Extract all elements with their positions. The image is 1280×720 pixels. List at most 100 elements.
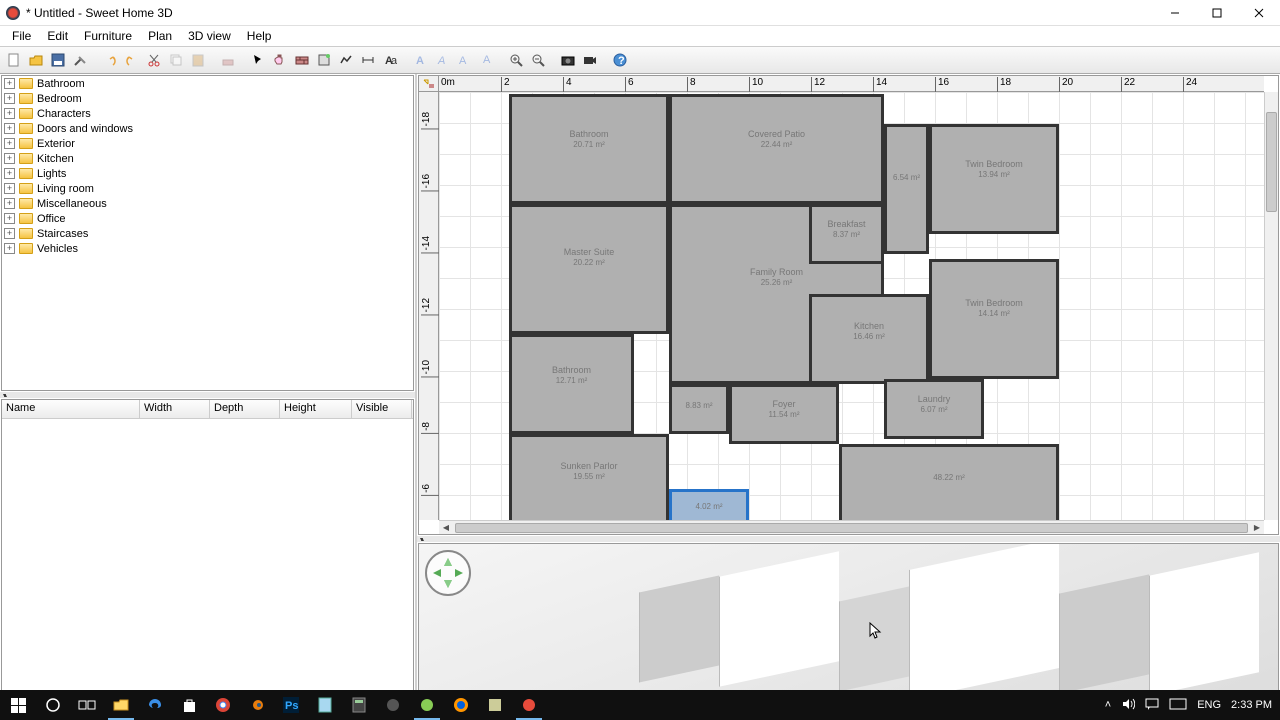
video-icon[interactable]	[580, 50, 600, 70]
keyboard-icon[interactable]	[1169, 698, 1187, 713]
catalog-item[interactable]: +Exterior	[2, 136, 413, 151]
catalog-item[interactable]: +Living room	[2, 181, 413, 196]
create-dimensions-icon[interactable]	[358, 50, 378, 70]
column-header[interactable]: Height	[280, 400, 352, 418]
close-button[interactable]	[1238, 0, 1280, 26]
open-icon[interactable]	[26, 50, 46, 70]
file-explorer-icon[interactable]	[104, 690, 138, 720]
room[interactable]: Twin Bedroom13.94 m²	[929, 124, 1059, 234]
room[interactable]: Foyer11.54 m²	[729, 384, 839, 444]
plan-view[interactable]: 0m24681012141618202224 -18-16-14-12-10-8…	[418, 75, 1279, 535]
expand-icon[interactable]: +	[4, 108, 15, 119]
action-center-icon[interactable]	[1145, 697, 1159, 714]
room[interactable]: Twin Bedroom14.14 m²	[929, 259, 1059, 379]
help-icon[interactable]: ?	[610, 50, 630, 70]
create-polylines-icon[interactable]	[336, 50, 356, 70]
expand-icon[interactable]: +	[4, 213, 15, 224]
task-view-icon[interactable]	[70, 690, 104, 720]
create-walls-icon[interactable]	[292, 50, 312, 70]
menu-help[interactable]: Help	[239, 27, 280, 45]
expand-icon[interactable]: +	[4, 183, 15, 194]
redo-icon[interactable]	[122, 50, 142, 70]
new-icon[interactable]	[4, 50, 24, 70]
expand-icon[interactable]: +	[4, 198, 15, 209]
preferences-icon[interactable]	[70, 50, 90, 70]
tray-chevron-icon[interactable]: ˄	[1105, 699, 1111, 711]
add-furniture-icon[interactable]	[218, 50, 238, 70]
expand-icon[interactable]: +	[4, 243, 15, 254]
column-header[interactable]: Name	[2, 400, 140, 418]
horizontal-splitter[interactable]	[0, 392, 415, 398]
chrome-icon[interactable]	[206, 690, 240, 720]
room[interactable]: Sunken Parlor19.55 m²	[509, 434, 669, 520]
room[interactable]: 48.22 m²	[839, 444, 1059, 520]
vertical-scrollbar[interactable]	[1264, 92, 1278, 520]
minimize-button[interactable]	[1154, 0, 1196, 26]
room[interactable]: Master Suite20.22 m²	[509, 204, 669, 334]
horizontal-scrollbar[interactable]: ◀▶	[439, 520, 1264, 534]
expand-icon[interactable]: +	[4, 93, 15, 104]
pan-icon[interactable]	[270, 50, 290, 70]
app-icon-1[interactable]	[376, 690, 410, 720]
taskbar[interactable]: Ps ˄ ENG 2:33 PM	[0, 690, 1280, 720]
column-header[interactable]: Visible	[352, 400, 412, 418]
catalog-item[interactable]: +Bedroom	[2, 91, 413, 106]
sweethome-taskbar-icon[interactable]	[512, 690, 546, 720]
volume-icon[interactable]	[1121, 697, 1135, 714]
text-italic-icon[interactable]: A	[432, 50, 452, 70]
edge-icon[interactable]	[138, 690, 172, 720]
room[interactable]: Breakfast8.37 m²	[809, 204, 884, 264]
room[interactable]: Bathroom12.71 m²	[509, 334, 634, 434]
paste-icon[interactable]	[188, 50, 208, 70]
create-text-icon[interactable]: Aa	[380, 50, 400, 70]
room[interactable]: Laundry6.07 m²	[884, 379, 984, 439]
start-button[interactable]	[0, 690, 36, 720]
expand-icon[interactable]: +	[4, 153, 15, 164]
room[interactable]: 6.54 m²	[884, 124, 929, 254]
catalog-item[interactable]: +Doors and windows	[2, 121, 413, 136]
catalog-item[interactable]: +Vehicles	[2, 241, 413, 256]
column-header[interactable]: Depth	[210, 400, 280, 418]
expand-icon[interactable]: +	[4, 168, 15, 179]
expand-icon[interactable]: +	[4, 78, 15, 89]
catalog-item[interactable]: +Lights	[2, 166, 413, 181]
3d-compass[interactable]	[425, 550, 471, 596]
photoshop-icon[interactable]: Ps	[274, 690, 308, 720]
column-header[interactable]: Width	[140, 400, 210, 418]
save-icon[interactable]	[48, 50, 68, 70]
cut-icon[interactable]	[144, 50, 164, 70]
app-icon-2[interactable]	[410, 690, 444, 720]
select-icon[interactable]	[248, 50, 268, 70]
expand-icon[interactable]: +	[4, 138, 15, 149]
clock[interactable]: 2:33 PM	[1231, 699, 1272, 711]
menu-plan[interactable]: Plan	[140, 27, 180, 45]
copy-icon[interactable]	[166, 50, 186, 70]
menu-furniture[interactable]: Furniture	[76, 27, 140, 45]
maximize-button[interactable]	[1196, 0, 1238, 26]
menu-file[interactable]: File	[4, 27, 39, 45]
menu-3dview[interactable]: 3D view	[180, 27, 239, 45]
store-icon[interactable]	[172, 690, 206, 720]
photo-icon[interactable]	[558, 50, 578, 70]
floorplan[interactable]: Bathroom20.71 m²Covered Patio22.44 m²Twi…	[509, 94, 1069, 520]
room[interactable]: Covered Patio22.44 m²	[669, 94, 884, 204]
furniture-list[interactable]: NameWidthDepthHeightVisible	[1, 399, 414, 699]
room[interactable]: Kitchen16.46 m²	[809, 294, 929, 384]
expand-icon[interactable]: +	[4, 123, 15, 134]
catalog-item[interactable]: +Kitchen	[2, 151, 413, 166]
firefox-icon[interactable]	[444, 690, 478, 720]
expand-icon[interactable]: +	[4, 228, 15, 239]
menu-edit[interactable]: Edit	[39, 27, 76, 45]
3d-view[interactable]	[418, 543, 1279, 699]
catalog-item[interactable]: +Staircases	[2, 226, 413, 241]
blender-icon[interactable]	[240, 690, 274, 720]
room[interactable]: 8.83 m²	[669, 384, 729, 434]
text-bold-icon[interactable]: A	[410, 50, 430, 70]
calculator-icon[interactable]	[342, 690, 376, 720]
zoom-out-icon[interactable]	[528, 50, 548, 70]
catalog-item[interactable]: +Office	[2, 211, 413, 226]
undo-icon[interactable]	[100, 50, 120, 70]
language-indicator[interactable]: ENG	[1197, 699, 1221, 711]
furniture-catalog[interactable]: +Bathroom+Bedroom+Characters+Doors and w…	[1, 75, 414, 391]
horizontal-splitter-3d[interactable]	[417, 536, 1280, 542]
